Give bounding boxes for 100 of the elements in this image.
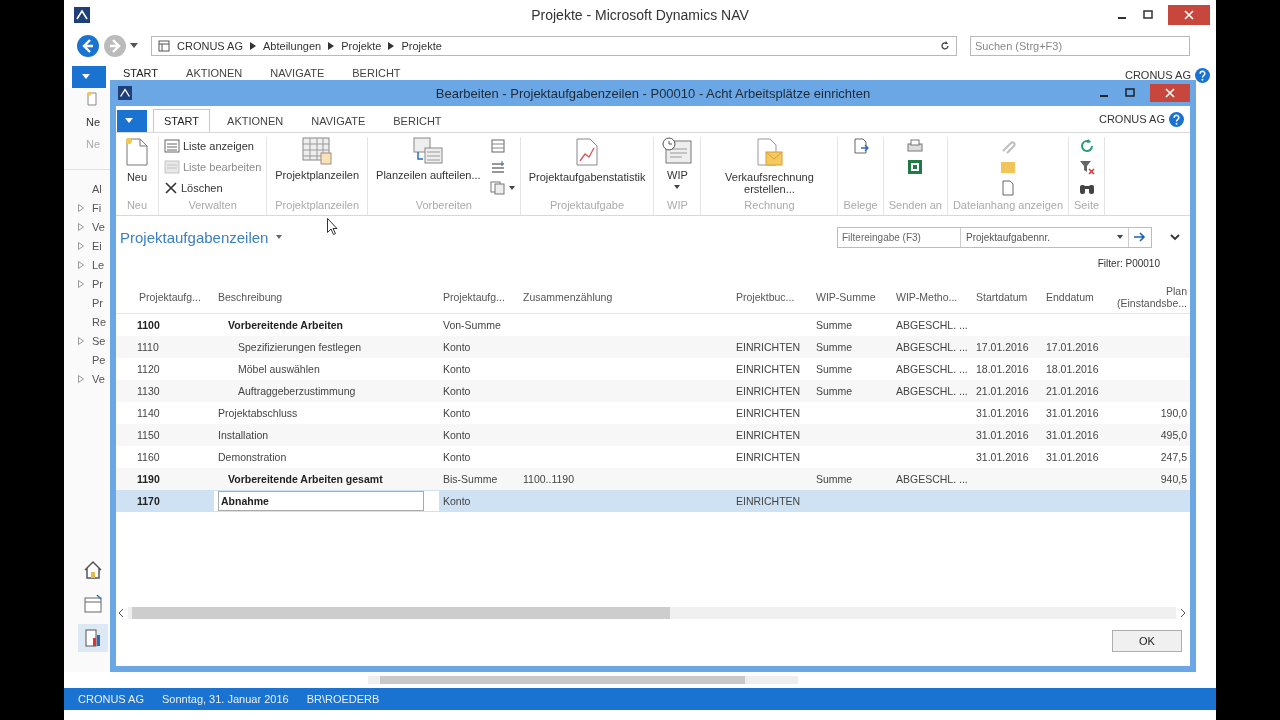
breadcrumb-item[interactable]: Abteilungen xyxy=(263,40,322,52)
table-cell: 1100 xyxy=(137,319,160,331)
document-arrow-icon xyxy=(852,138,869,154)
nav-item[interactable]: Le xyxy=(92,258,105,271)
page-title[interactable]: Projektaufgabenzeilen xyxy=(120,228,269,246)
column-header[interactable]: Projektbuc... xyxy=(732,290,812,303)
close-button[interactable] xyxy=(1168,5,1210,25)
tab[interactable]: AKTIONEN xyxy=(175,64,254,81)
nav-item[interactable]: Ve xyxy=(92,220,105,233)
nav-item[interactable]: Ve xyxy=(92,372,105,385)
ribbon-button[interactable]: Neu xyxy=(121,137,153,199)
help-icon[interactable] xyxy=(1169,111,1184,127)
tab[interactable]: START xyxy=(153,109,211,132)
expand-icon[interactable] xyxy=(78,203,84,212)
nav-item[interactable]: Pr xyxy=(92,277,103,290)
expand-icon[interactable] xyxy=(78,260,84,269)
filter-column-select[interactable]: Projektaufgabennr. xyxy=(966,231,1050,243)
nav-pane-button[interactable] xyxy=(78,624,108,652)
address-bar[interactable]: CRONUS AG Abteilungen Projekte Projekte xyxy=(151,36,957,56)
table-row[interactable]: 1150 Installation Konto EINRICHTEN 31.01.2016 31.01.2016 495,0 xyxy=(116,424,1190,446)
spreadsheet-icon xyxy=(907,159,924,175)
ribbon-button[interactable]: Löschen xyxy=(164,179,262,197)
column-header[interactable]: Beschreibung xyxy=(214,290,439,303)
tab[interactable]: NAVIGATE xyxy=(259,64,336,81)
ribbon-button[interactable]: Projektaufgabenstatistik xyxy=(525,137,649,199)
ribbon-group-label: Neu xyxy=(126,199,148,213)
table-cell: Summe xyxy=(816,385,853,397)
lines-icon xyxy=(489,160,506,174)
tab[interactable]: BERICHT xyxy=(341,64,412,81)
nav-item[interactable]: Pe xyxy=(92,353,106,366)
table-row[interactable]: 1130 Auftraggeberzustimmung Konto EINRICHTEN Summe ABGESCHL. ... 21.01.2016 21.01.2016 xyxy=(116,380,1190,402)
home-icon xyxy=(83,560,103,580)
table-cell: EINRICHTEN xyxy=(736,363,801,375)
tab[interactable]: NAVIGATE xyxy=(300,109,377,132)
nav-item[interactable]: Pr xyxy=(92,296,103,309)
table-cell: Konto xyxy=(443,451,471,463)
column-header[interactable]: Projektaufg... xyxy=(116,290,214,303)
column-header[interactable]: Zusammenzählung xyxy=(519,290,732,303)
refresh-icon[interactable] xyxy=(940,41,950,51)
ribbon-button[interactable]: Planzeilen aufteilen... xyxy=(373,137,484,199)
filter-field[interactable]: Filtereingabe (F3) Projektaufgabennr. xyxy=(837,226,1152,248)
search-field[interactable]: Suchen (Strg+F3) xyxy=(970,36,1190,56)
column-header[interactable]: WIP-Metho... xyxy=(892,290,972,303)
horizontal-scrollbar[interactable] xyxy=(368,676,798,684)
column-header[interactable]: Plan (Einstandsbe... xyxy=(1112,284,1189,309)
nav-item[interactable]: Ei xyxy=(92,239,102,252)
maximize-icon[interactable] xyxy=(1124,87,1136,99)
maximize-icon[interactable] xyxy=(1142,9,1154,21)
caret-icon xyxy=(508,186,515,190)
ribbon-icon-button[interactable] xyxy=(1078,158,1095,176)
table-cell: 1100..1190 xyxy=(523,473,574,485)
tab[interactable]: BERICHT xyxy=(382,109,453,132)
ribbon-button[interactable]: WIP xyxy=(659,137,696,199)
ribbon-button[interactable]: Projektplanzeilen xyxy=(272,137,363,199)
column-header[interactable]: Projektaufg... xyxy=(439,290,519,303)
ribbon-icon-button[interactable] xyxy=(489,179,515,197)
table-cell: Konto xyxy=(443,495,471,507)
table-cell: 1110 xyxy=(137,341,159,353)
ribbon-button[interactable]: Ne xyxy=(86,116,101,128)
menu-button[interactable] xyxy=(117,110,147,132)
help-icon[interactable] xyxy=(1195,67,1210,83)
caret-icon[interactable] xyxy=(276,235,283,239)
ribbon-button[interactable]: Liste anzeigen xyxy=(164,137,262,155)
window-title: Projekte - Microsoft Dynamics NAV xyxy=(531,7,749,23)
breadcrumb-item[interactable]: CRONUS AG xyxy=(177,40,243,52)
expand-icon[interactable] xyxy=(78,336,84,345)
ribbon-button[interactable]: Verkaufsrechnung erstellen... xyxy=(706,137,833,199)
table-row[interactable]: 1170 Abnahme Konto EINRICHTEN xyxy=(116,490,1190,512)
scroll-right-icon[interactable] xyxy=(1180,609,1186,617)
caret-icon[interactable] xyxy=(130,43,138,49)
tab[interactable]: AKTIONEN xyxy=(216,109,295,132)
table-row[interactable]: 1110 Spezifizierungen festlegen Konto EINRICHTEN Summe ABGESCHL. ... 17.01.2016 17.01.2016 xyxy=(116,336,1190,358)
ribbon-icon-button[interactable] xyxy=(852,137,869,155)
close-button[interactable] xyxy=(1150,84,1190,102)
column-header[interactable]: Startdatum xyxy=(972,290,1042,303)
expand-icon[interactable] xyxy=(78,222,84,231)
ribbon-icon-button[interactable] xyxy=(907,158,924,176)
breadcrumb-item[interactable]: Projekte xyxy=(401,40,442,52)
expand-icon[interactable] xyxy=(78,279,84,288)
expand-icon[interactable] xyxy=(78,374,84,383)
table-row[interactable]: 1190 Vorbereitende Arbeiten gesamt Bis-Summe 1100..1190 Summe ABGESCHL. ... 940,5 xyxy=(116,468,1190,490)
chevron-down-icon[interactable] xyxy=(1170,233,1180,241)
column-header[interactable]: Enddatum xyxy=(1042,290,1112,303)
nav-item[interactable]: Al xyxy=(92,182,102,195)
menu-button[interactable] xyxy=(72,66,106,88)
ok-button[interactable]: OK xyxy=(1112,630,1182,652)
back-icon[interactable] xyxy=(76,34,100,58)
description-input[interactable]: Abnahme xyxy=(218,491,424,511)
table-cell: EINRICHTEN xyxy=(736,407,801,419)
nav-item[interactable]: Se xyxy=(92,334,106,347)
horizontal-scrollbar[interactable] xyxy=(118,606,1186,620)
nav-item[interactable]: Fi xyxy=(92,201,102,214)
table-cell: 247,5 xyxy=(1160,451,1187,463)
nav-item[interactable]: Re xyxy=(92,315,107,328)
document-icon xyxy=(86,92,98,106)
column-header[interactable]: WIP-Summe xyxy=(812,290,892,303)
expand-icon[interactable] xyxy=(78,241,84,250)
breadcrumb-item[interactable]: Projekte xyxy=(341,40,382,52)
scroll-left-icon[interactable] xyxy=(118,609,124,617)
table-cell: Summe xyxy=(816,363,853,375)
